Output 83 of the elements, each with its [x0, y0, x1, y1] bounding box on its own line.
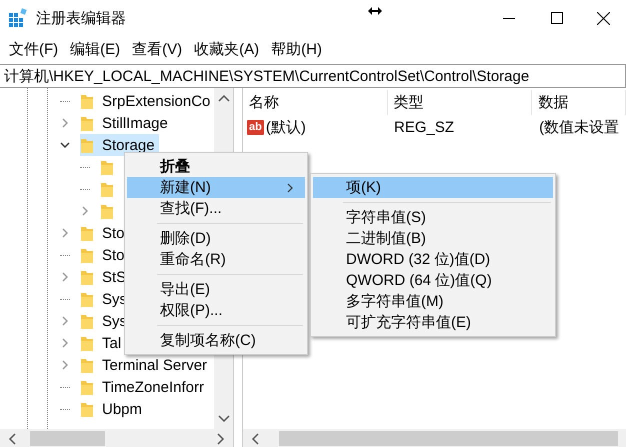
expand-chevron-icon[interactable]	[60, 228, 70, 238]
scrollbar-thumb[interactable]	[279, 431, 618, 446]
tree-item[interactable]: Terminal Server	[80, 354, 212, 376]
menu-item[interactable]: QWORD (64 位)值(Q)	[313, 270, 553, 291]
folder-icon	[100, 180, 114, 198]
folder-icon	[80, 114, 94, 132]
expand-chevron-icon[interactable]	[60, 360, 70, 370]
scroll-right-icon[interactable]	[217, 432, 225, 444]
menu-item[interactable]: 编辑(E)	[64, 40, 126, 58]
registry-icon	[8, 8, 28, 28]
close-icon	[596, 12, 610, 24]
tree-item-label: Terminal Server	[102, 356, 208, 374]
tree-item[interactable]: SrpExtensionCo	[80, 90, 214, 112]
expand-chevron-icon[interactable]	[80, 206, 90, 216]
menu-item[interactable]: 查看(V)	[126, 40, 188, 58]
scroll-up-icon[interactable]	[218, 94, 230, 102]
tree-item[interactable]: StillImage	[80, 112, 172, 134]
folder-icon	[80, 290, 94, 308]
tree-item-label: Sto	[102, 246, 125, 264]
menu-item[interactable]: 重命名(R)	[127, 249, 305, 270]
collapse-chevron-icon[interactable]	[60, 140, 70, 150]
menu-item[interactable]: 文件(F)	[3, 40, 64, 58]
folder-icon	[80, 400, 94, 418]
tree-item[interactable]: TimeZoneInforr	[80, 376, 208, 398]
tree-item[interactable]: Sto	[80, 244, 129, 266]
menu-item[interactable]: 二进制值(B)	[313, 228, 553, 249]
expand-chevron-icon[interactable]	[60, 338, 70, 348]
menu-item[interactable]: 查找(F)...	[127, 198, 305, 219]
folder-icon	[80, 136, 94, 154]
menu-item[interactable]: 删除(D)	[127, 228, 305, 249]
tree-item-label: TimeZoneInforr	[102, 378, 204, 396]
expand-chevron-icon[interactable]	[60, 316, 70, 326]
expand-chevron-icon[interactable]	[60, 272, 70, 282]
menu-item[interactable]: 权限(P)...	[127, 300, 305, 321]
menu-item[interactable]: 多字符串值(M)	[313, 291, 553, 312]
tree-item-label: Sto	[102, 224, 125, 242]
folder-icon	[80, 378, 94, 396]
menu-item[interactable]: 项(K)	[313, 177, 553, 198]
folder-icon	[80, 334, 94, 352]
scrollbar-thumb[interactable]	[30, 431, 105, 446]
menu-item[interactable]: DWORD (32 位)值(D)	[313, 249, 553, 270]
table-cell-text: (数值未设置	[538, 118, 620, 137]
folder-icon	[100, 202, 114, 220]
menu-item[interactable]: 帮助(H)	[265, 40, 328, 58]
menu-item[interactable]: 可扩充字符串值(E)	[313, 312, 553, 333]
menu-item[interactable]: 新建(N)	[127, 177, 305, 198]
tree-item-label: Ubpm	[102, 400, 142, 418]
tree-item-label: Tal	[102, 334, 122, 352]
tree-item-label: Storage	[102, 136, 155, 154]
tree-item[interactable]: Ubpm	[80, 398, 146, 420]
folder-icon	[80, 268, 94, 286]
column-header[interactable]: 类型	[388, 90, 532, 115]
menu-item[interactable]: 导出(E)	[127, 279, 305, 300]
tree-item-label: StillImage	[102, 114, 168, 132]
string-value-icon: ab	[247, 120, 264, 135]
folder-icon	[100, 158, 114, 176]
tree-item[interactable]: Tal	[80, 332, 126, 354]
value-name: (默认)	[266, 118, 306, 137]
folder-icon	[80, 246, 94, 264]
column-header[interactable]: 数据	[532, 90, 626, 115]
folder-icon	[80, 92, 94, 110]
table-cell-text: REG_SZ	[393, 119, 456, 136]
folder-icon	[80, 224, 94, 242]
resize-cursor-icon	[368, 6, 382, 16]
menu-item[interactable]: 折叠	[127, 156, 305, 177]
expand-chevron-icon[interactable]	[60, 118, 70, 128]
menu-item[interactable]: 复制项名称(C)	[127, 330, 305, 351]
scroll-left-icon[interactable]	[251, 432, 259, 444]
tree-item-label: SrpExtensionCo	[102, 92, 210, 110]
scroll-down-icon[interactable]	[218, 415, 230, 423]
window-title: 注册表编辑器	[36, 8, 126, 28]
horizontal-scrollbar[interactable]	[243, 429, 626, 447]
folder-icon	[80, 312, 94, 330]
menu-item[interactable]: 收藏夹(A)	[188, 40, 266, 58]
maximize-icon	[551, 12, 563, 24]
horizontal-scrollbar[interactable]	[0, 429, 233, 447]
address-field[interactable]: 计算机\HKEY_LOCAL_MACHINE\SYSTEM\CurrentControlSet\Control\Storage	[0, 64, 626, 88]
column-header[interactable]: 名称	[243, 90, 388, 115]
tree-item[interactable]: Storage	[80, 134, 159, 156]
tree-item[interactable]: Sto	[80, 222, 129, 244]
scroll-left-icon[interactable]	[8, 432, 16, 444]
folder-icon	[80, 356, 94, 374]
menu-item[interactable]: 字符串值(S)	[313, 207, 553, 228]
